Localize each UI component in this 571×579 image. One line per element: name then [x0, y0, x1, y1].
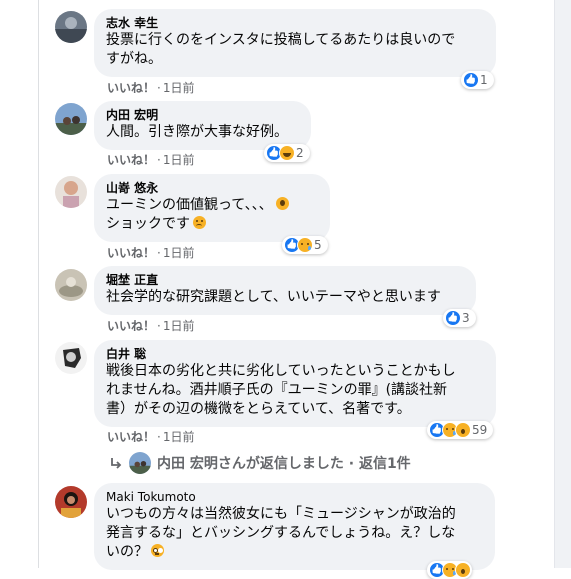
comment-text-line: 人間。引き際が大事な好例。: [106, 124, 288, 140]
reaction-count: 2: [296, 146, 304, 160]
avatar[interactable]: [55, 11, 87, 43]
reaction-summary[interactable]: [427, 561, 472, 579]
reaction-count: 5: [314, 238, 322, 252]
comment-author[interactable]: 山嵜 悠永: [106, 180, 318, 196]
reply-avatar: [129, 452, 151, 474]
comment-text-line: いの？: [106, 544, 148, 560]
wow-icon: [455, 422, 471, 438]
feed-left-border: [38, 0, 39, 568]
flushed-emoji: [151, 544, 164, 557]
comment-author[interactable]: 堀埜 正直: [106, 272, 464, 288]
like-button[interactable]: いいね！: [107, 319, 155, 333]
reaction-summary[interactable]: 1: [461, 71, 494, 89]
comment-text-line: 発言するな」とバッシングするんでしょうね。え？しな: [106, 525, 456, 541]
comment-bubble: Maki Tokumoto いつもの方々は当然彼女にも「ミュージシャンが政治的 …: [94, 483, 495, 570]
comment-author[interactable]: 志水 幸生: [106, 15, 484, 31]
comment-text-line: ショックです: [106, 216, 190, 232]
comment-text-line: 投票に行くのをインスタに投稿してるあたりは良いので: [106, 32, 456, 48]
comment-time[interactable]: 1日前: [163, 81, 195, 95]
scream-emoji: [275, 197, 289, 210]
sad-emoji: [193, 216, 206, 229]
reaction-count: 59: [472, 423, 488, 437]
reaction-count: 3: [462, 311, 470, 325]
comment-text-line: すがね。: [106, 51, 162, 67]
comment-meta: いいね！ · 1日前: [107, 246, 195, 260]
comment-text-line: 社会学的な研究課題として、いいテーマやと思います: [106, 289, 441, 305]
comment-time[interactable]: 1日前: [163, 153, 195, 167]
comment-text-line: れませんね。酒井順子氏の『ユーミンの罪』(講談社新: [106, 382, 448, 398]
comment-text-line: 戦後日本の劣化と共に劣化していったということかもし: [106, 363, 456, 379]
avatar[interactable]: [55, 269, 87, 301]
comment-time[interactable]: 1日前: [163, 246, 195, 260]
avatar[interactable]: [55, 103, 87, 135]
comment-text-line: ユーミンの価値観って、、、: [106, 197, 273, 213]
comment-bubble: 山嵜 悠永 ユーミンの価値観って、、、 ショックです: [94, 174, 330, 242]
wow-icon: [455, 562, 471, 578]
like-button[interactable]: いいね！: [107, 153, 155, 167]
reaction-summary[interactable]: 3: [443, 309, 476, 327]
comment-meta: いいね！ · 1日前: [107, 153, 195, 167]
like-button[interactable]: いいね！: [107, 430, 155, 444]
scroll-gutter[interactable]: [555, 0, 571, 568]
replies-link[interactable]: 内田 宏明さんが返信しました · 返信1件: [109, 452, 411, 474]
comment-text-line: いつもの方々は当然彼女にも「ミュージシャンが政治的: [106, 506, 456, 522]
like-icon: [463, 72, 479, 88]
comment-bubble: 堀埜 正直 社会学的な研究課題として、いいテーマやと思います: [94, 266, 476, 315]
reaction-count: 1: [480, 73, 488, 87]
reply-summary-text[interactable]: 内田 宏明さんが返信しました · 返信1件: [157, 453, 411, 473]
avatar[interactable]: [55, 486, 87, 518]
reaction-summary[interactable]: 5: [282, 236, 328, 254]
comment-author[interactable]: 内田 宏明: [106, 107, 299, 123]
comment-meta: いいね！ · 1日前: [107, 319, 195, 333]
like-icon: [445, 310, 461, 326]
comment-time[interactable]: 1日前: [163, 319, 195, 333]
like-button[interactable]: いいね！: [107, 246, 155, 260]
haha-icon: [279, 145, 295, 161]
comment-bubble: 内田 宏明 人間。引き際が大事な好例。: [94, 101, 311, 150]
comment-meta: いいね！ · 1日前: [107, 81, 195, 95]
comment-meta: いいね！ · 1日前: [107, 430, 195, 444]
reply-arrow-icon: [111, 458, 122, 469]
sad-icon: [297, 237, 313, 253]
comment-time[interactable]: 1日前: [163, 430, 195, 444]
reaction-summary[interactable]: 59: [427, 421, 494, 439]
comment-author[interactable]: Maki Tokumoto: [106, 489, 483, 505]
reaction-summary[interactable]: 2: [264, 144, 310, 162]
comment-author[interactable]: 白井 聡: [106, 346, 484, 362]
comment-text-line: 書）がその辺の機微をとらえていて、名著です。: [106, 401, 411, 417]
like-button[interactable]: いいね！: [107, 81, 155, 95]
comment-bubble: 白井 聡 戦後日本の劣化と共に劣化していったということかもし れませんね。酒井順…: [94, 340, 496, 427]
comment-bubble: 志水 幸生 投票に行くのをインスタに投稿してるあたりは良いので すがね。: [94, 9, 496, 77]
avatar[interactable]: [55, 342, 87, 374]
avatar[interactable]: [55, 176, 87, 208]
